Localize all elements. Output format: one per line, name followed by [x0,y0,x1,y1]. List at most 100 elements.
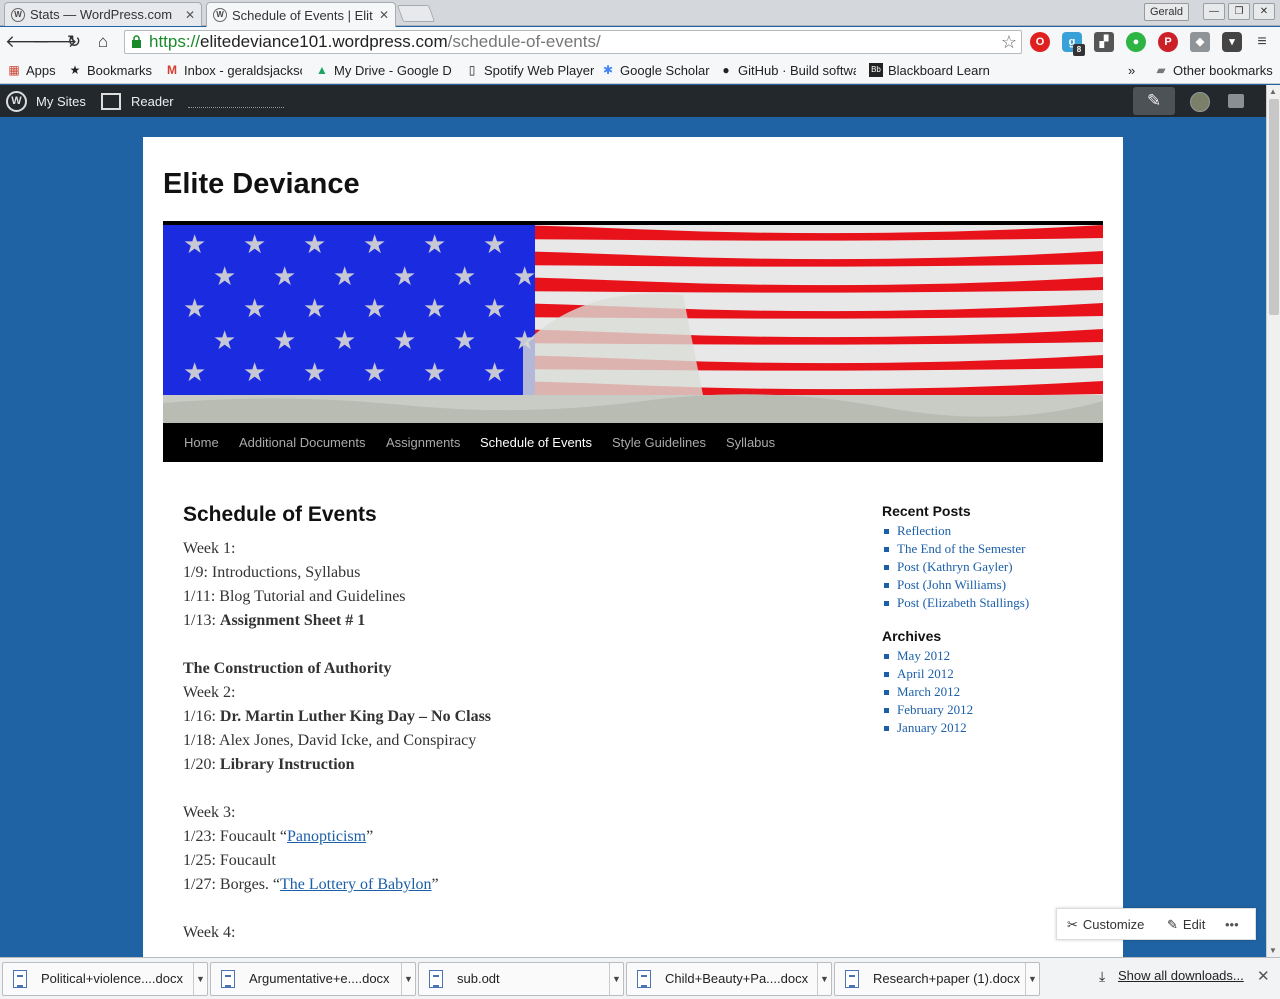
puzzle-extension-icon[interactable]: ▞ [1094,32,1114,52]
pinterest-extension-icon[interactable]: P [1158,32,1178,52]
bookmark-github[interactable]: ● GitHub · Build softwa [719,61,856,79]
reader-link[interactable]: Reader [101,85,174,117]
archive-link[interactable]: May 2012 [882,647,1102,665]
flag-star: ★ [363,230,386,260]
forward-icon[interactable]: 🡒 [32,30,78,54]
flag-star: ★ [393,326,416,356]
close-shelf-icon[interactable]: ✕ [1257,967,1270,985]
chevron-down-icon[interactable]: ▼ [817,963,831,995]
bookmark-apps[interactable]: ▦ Apps [7,61,55,79]
nav-assignments[interactable]: Assignments [386,423,460,462]
bookmark-spotify[interactable]: ▯ Spotify Web Player [465,61,595,79]
panopticism-link[interactable]: Panopticism [287,828,366,845]
restore-icon[interactable]: ❐ [1228,3,1250,20]
flag-star: ★ [423,358,446,388]
opera-extension-icon[interactable]: O [1030,32,1050,52]
chevron-down-icon[interactable]: ▼ [193,963,207,995]
profile-button[interactable]: Gerald [1144,3,1190,21]
dropbox-extension-icon[interactable]: ◆ [1190,32,1210,52]
notifications-icon[interactable] [1228,94,1244,108]
flag-star: ★ [303,294,326,324]
nav-syllabus[interactable]: Syllabus [726,423,775,462]
archive-link[interactable]: January 2012 [882,719,1102,737]
flag-star: ★ [303,358,326,388]
close-tab-icon[interactable]: ✕ [379,8,389,22]
nav-additional-documents[interactable]: Additional Documents [239,423,365,462]
bookmark-star-icon[interactable]: ☆ [1001,31,1017,53]
chevron-down-icon[interactable]: ▼ [1025,963,1039,995]
nav-schedule-of-events[interactable]: Schedule of Events [480,423,592,462]
recent-post-link[interactable]: Post (Elizabeth Stallings) [882,594,1102,612]
wordpress-favicon-icon: W [213,8,227,22]
download-item[interactable]: Child+Beauty+Pa....docx ▼ [626,962,832,996]
write-post-icon[interactable]: ✎ [1133,87,1175,115]
bookmarks-overflow-chevron[interactable]: » [1128,61,1135,79]
avatar[interactable] [1190,92,1210,112]
recent-post-link[interactable]: Post (Kathryn Gayler) [882,558,1102,576]
blackboard-icon: Bb [869,63,883,77]
more-options-icon[interactable]: ••• [1225,909,1239,941]
address-bar[interactable]: https://elitedeviance101.wordpress.com/s… [124,30,1022,54]
document-icon: ▯ [468,63,476,77]
week-heading: Week 4: [183,924,236,941]
nav-home[interactable]: Home [184,423,219,462]
tab-schedule-of-events[interactable]: W Schedule of Events | Elite Deviance ✕ [206,2,396,27]
recent-post-link[interactable]: The End of the Semester [882,540,1102,558]
close-window-icon[interactable]: ✕ [1253,3,1275,20]
archive-link[interactable]: February 2012 [882,701,1102,719]
flag-star: ★ [333,326,356,356]
back-icon[interactable]: 🡐 [5,30,51,54]
flag-star: ★ [243,230,266,260]
download-item[interactable]: Argumentative+e....docx ▼ [210,962,416,996]
home-icon[interactable]: ⌂ [91,30,115,54]
scroll-up-icon[interactable]: ▲ [1269,87,1277,96]
other-bookmarks[interactable]: ▰ Other bookmarks [1154,61,1272,79]
tab-stats[interactable]: W Stats — WordPress.com ✕ [4,2,202,26]
download-shelf: Political+violence....docx ▼ Argumentativ… [0,957,1280,999]
archive-link[interactable]: March 2012 [882,683,1102,701]
wp-admin-bar: W My Sites Reader [0,85,1280,117]
recent-post-link[interactable]: Reflection [882,522,1102,540]
flag-star: ★ [213,326,236,356]
vertical-scrollbar[interactable]: ▲ ▼ [1266,85,1280,957]
evernote-extension-icon[interactable]: ● [1126,32,1146,52]
bookmark-blackboard[interactable]: Bb Blackboard Learn [869,61,990,79]
main-navigation: Home Additional Documents Assignments Sc… [163,423,1103,462]
new-tab-button[interactable] [396,5,436,22]
minimize-icon[interactable]: — [1203,3,1225,20]
bookmark-gmail-inbox[interactable]: M Inbox - geraldsjackso [165,61,302,79]
lottery-of-babylon-link[interactable]: The Lottery of Babylon [280,876,432,893]
menu-icon[interactable]: ≡ [1252,32,1272,52]
site-title[interactable]: Elite Deviance [163,168,360,201]
chevron-down-icon[interactable]: ▼ [609,963,623,995]
scroll-down-icon[interactable]: ▼ [1269,946,1277,955]
download-item[interactable]: Research+paper (1).docx ▼ [834,962,1040,996]
admin-search-field[interactable] [188,107,284,108]
document-icon [221,970,235,988]
document-icon [845,970,859,988]
nav-style-guidelines[interactable]: Style Guidelines [612,423,706,462]
archive-link[interactable]: April 2012 [882,665,1102,683]
bookmark-google-scholar[interactable]: ✱ Google Scholar [601,61,710,79]
week-heading: Week 3: [183,804,236,821]
close-tab-icon[interactable]: ✕ [185,8,195,22]
wordpress-logo-icon[interactable]: W [6,91,27,112]
flag-star: ★ [423,294,446,324]
edit-button[interactable]: ✎ Edit [1167,909,1205,941]
customize-button[interactable]: ✂ Customize [1067,909,1144,941]
bookmark-bookmarks[interactable]: ★ Bookmarks [68,61,152,79]
download-item[interactable]: Political+violence....docx ▼ [2,962,208,996]
show-all-downloads-link[interactable]: Show all downloads... [1118,968,1244,983]
bookmark-google-drive[interactable]: ▲ My Drive - Google Dr [315,61,452,79]
my-sites-link[interactable]: My Sites [36,85,86,117]
recent-post-link[interactable]: Post (John Williams) [882,576,1102,594]
chevron-down-icon[interactable]: ▼ [401,963,415,995]
schedule-line: 1/13: Assignment Sheet # 1 [183,612,366,629]
reload-icon[interactable]: ↻ [62,30,86,54]
pocket-extension-icon[interactable]: ▾ [1222,32,1242,52]
scrollbar-thumb[interactable] [1269,99,1279,315]
schedule-line: 1/20: Library Instruction [183,756,355,773]
download-item[interactable]: sub.odt ▼ [418,962,624,996]
flag-star: ★ [183,358,206,388]
week-heading: Week 1: [183,540,236,557]
